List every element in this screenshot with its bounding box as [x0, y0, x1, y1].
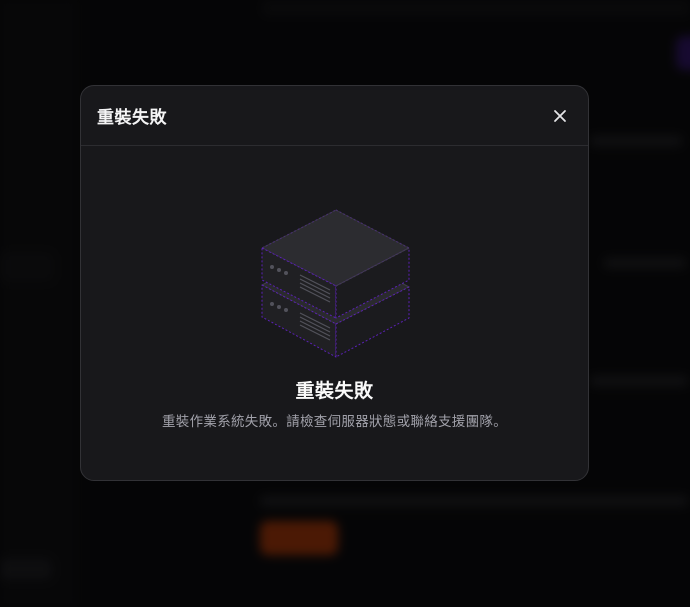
dialog-title: 重裝失敗: [97, 108, 167, 128]
reinstall-failed-dialog: 重裝失敗 重裝失敗 重裝作業系統失敗。請檢查伺服器狀態或聯絡支援團隊。: [80, 85, 589, 481]
close-icon: [554, 109, 566, 122]
error-title: 重裝失敗: [295, 380, 374, 402]
close-button[interactable]: [548, 104, 572, 128]
error-message: 重裝作業系統失敗。請檢查伺服器狀態或聯絡支援團隊。: [162, 414, 507, 430]
server-stack-icon: [261, 209, 410, 358]
dialog-body: 重裝失敗 重裝作業系統失敗。請檢查伺服器狀態或聯絡支援團隊。: [81, 146, 588, 480]
dialog-header: 重裝失敗: [81, 86, 588, 146]
